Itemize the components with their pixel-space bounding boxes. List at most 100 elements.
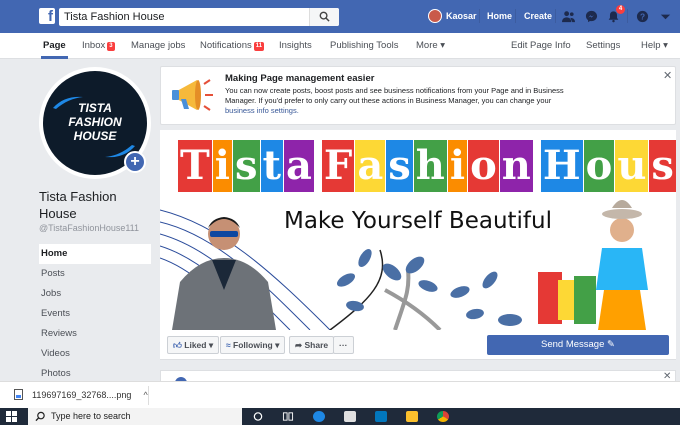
inbox-badge: 3 xyxy=(107,42,115,51)
search-value: Tista Fashion House xyxy=(64,11,165,23)
cover-title-letter: i xyxy=(212,140,232,192)
notice-title: Making Page management easier xyxy=(225,73,375,84)
sidebar-item-jobs[interactable]: Jobs xyxy=(39,284,151,304)
cover-title-letter: n xyxy=(499,140,533,192)
task-view-icon[interactable] xyxy=(282,411,294,422)
divider xyxy=(555,9,556,23)
liked-button[interactable]: 👍︎ Liked ▾ xyxy=(167,336,220,354)
sidebar-item-posts[interactable]: Posts xyxy=(39,264,151,284)
cover-title-space xyxy=(534,140,540,192)
mail-icon[interactable] xyxy=(375,411,387,422)
taskbar-search-input[interactable]: Type here to search xyxy=(28,408,242,425)
cover-title-letter: s xyxy=(649,140,676,192)
cover-title: Tista Fashion House xyxy=(178,140,676,192)
notifications-badge: 11 xyxy=(253,42,265,51)
chevron-down-icon[interactable] xyxy=(659,10,672,23)
page-management-notice: Making Page management easier You can no… xyxy=(160,66,676,125)
cover-title-letter: o xyxy=(583,140,615,192)
divider xyxy=(479,9,480,23)
sidebar-item-videos[interactable]: Videos xyxy=(39,344,151,364)
cover-title-letter: a xyxy=(283,140,314,192)
facebook-logo-icon[interactable]: f xyxy=(39,8,55,24)
top-navbar: f Tista Fashion House Kaosar Home Create… xyxy=(0,0,680,33)
cover-title-letter: o xyxy=(468,140,499,192)
cover-title-space xyxy=(315,140,321,192)
search-button[interactable] xyxy=(309,8,339,26)
cortana-icon[interactable] xyxy=(252,411,264,422)
store-icon[interactable] xyxy=(344,411,356,422)
cover-title-letter: s xyxy=(386,140,413,192)
download-item[interactable]: 119697169_32768....png ^ xyxy=(14,389,148,400)
tab-notifications-label: Notifications xyxy=(200,40,252,51)
user-profile-link[interactable]: Kaosar xyxy=(428,9,477,23)
cover-title-letter: h xyxy=(413,140,447,192)
megaphone-icon xyxy=(172,79,213,111)
search-input[interactable]: Tista Fashion House xyxy=(59,8,339,26)
cover-tagline: Make Yourself Beautiful xyxy=(283,208,552,234)
cover-title-letter: a xyxy=(355,140,386,192)
help-menu[interactable]: Help ▾ xyxy=(641,40,668,51)
cover-title-letter: H xyxy=(540,140,583,192)
tab-inbox[interactable]: Inbox 3 xyxy=(82,40,115,51)
download-file-name: 119697169_32768....png xyxy=(32,389,132,400)
logo-line-1: TISTA xyxy=(78,101,112,115)
avatar xyxy=(428,9,442,23)
close-icon[interactable]: ✕ xyxy=(663,69,672,82)
windows-start-icon[interactable] xyxy=(6,411,17,422)
send-message-button[interactable]: Send Message ✎ xyxy=(487,335,669,355)
sidebar-item-reviews[interactable]: Reviews xyxy=(39,324,151,344)
tab-insights[interactable]: Insights xyxy=(279,40,312,51)
help-icon[interactable]: ? xyxy=(636,10,649,23)
tab-publishing-tools[interactable]: Publishing Tools xyxy=(330,40,398,51)
edit-page-info-link[interactable]: Edit Page Info xyxy=(511,40,571,51)
edge-browser-icon[interactable] xyxy=(313,411,325,422)
active-tab-indicator xyxy=(41,56,68,59)
business-info-settings-link[interactable]: business info settings. xyxy=(225,106,299,115)
settings-link[interactable]: Settings xyxy=(586,40,620,51)
following-button[interactable]: ≈ Following ▾ xyxy=(220,336,286,354)
divider xyxy=(627,9,628,23)
add-photo-button[interactable]: + xyxy=(124,151,146,173)
more-options-button[interactable]: ··· xyxy=(333,336,354,354)
liked-label: Liked ▾ xyxy=(184,340,214,350)
sidebar-item-home[interactable]: Home xyxy=(39,244,151,264)
download-bar: 119697169_32768....png ^ xyxy=(0,381,680,408)
cover-photo[interactable]: Tista Fashion House Make Yourself Beauti… xyxy=(160,130,676,330)
create-link[interactable]: Create xyxy=(524,11,552,21)
page-title[interactable]: Tista Fashion House xyxy=(39,188,149,222)
tab-page[interactable]: Page xyxy=(43,40,66,51)
divider xyxy=(515,9,516,23)
page-tabs: Page Inbox 3 Manage jobs Notifications 11 … xyxy=(0,33,680,59)
chrome-browser-icon[interactable] xyxy=(437,411,449,422)
notice-text: You can now create posts, boost posts an… xyxy=(225,86,564,105)
cover-title-letter: T xyxy=(178,140,212,192)
tab-more[interactable]: More ▾ xyxy=(416,40,445,51)
share-icon: ➦ xyxy=(295,340,303,350)
user-name: Kaosar xyxy=(446,11,477,21)
rss-icon: ≈ xyxy=(226,340,231,350)
share-button[interactable]: ➦ Share xyxy=(289,336,335,354)
file-explorer-icon[interactable] xyxy=(406,411,418,422)
page-username[interactable]: @TistaFashionHouse111 xyxy=(39,223,139,233)
image-file-icon xyxy=(14,389,23,400)
tab-notifications[interactable]: Notifications 11 xyxy=(200,40,265,51)
search-icon xyxy=(35,411,45,422)
tab-manage-jobs[interactable]: Manage jobs xyxy=(131,40,185,51)
svg-text:?: ? xyxy=(640,12,645,22)
search-icon xyxy=(319,11,330,22)
logo-line-2: FASHION xyxy=(68,115,122,129)
divider xyxy=(148,386,149,405)
notice-body: You can now create posts, boost posts an… xyxy=(225,86,575,116)
share-label: Share xyxy=(304,340,329,350)
taskbar-search-placeholder: Type here to search xyxy=(51,411,131,421)
cover-title-letter: s xyxy=(232,140,260,192)
page-action-bar: 👍︎ Liked ▾ ≈ Following ▾ ➦ Share ··· Sen… xyxy=(160,330,676,360)
cover-title-letter: i xyxy=(447,140,468,192)
messenger-icon[interactable] xyxy=(585,10,598,23)
logo-line-3: HOUSE xyxy=(73,129,117,143)
home-link[interactable]: Home xyxy=(487,11,512,21)
cover-title-letter: F xyxy=(321,140,355,192)
sidebar-item-events[interactable]: Events xyxy=(39,304,151,324)
friends-icon[interactable] xyxy=(562,10,575,23)
page-sidebar: Home Posts Jobs Events Reviews Videos Ph… xyxy=(39,244,151,384)
